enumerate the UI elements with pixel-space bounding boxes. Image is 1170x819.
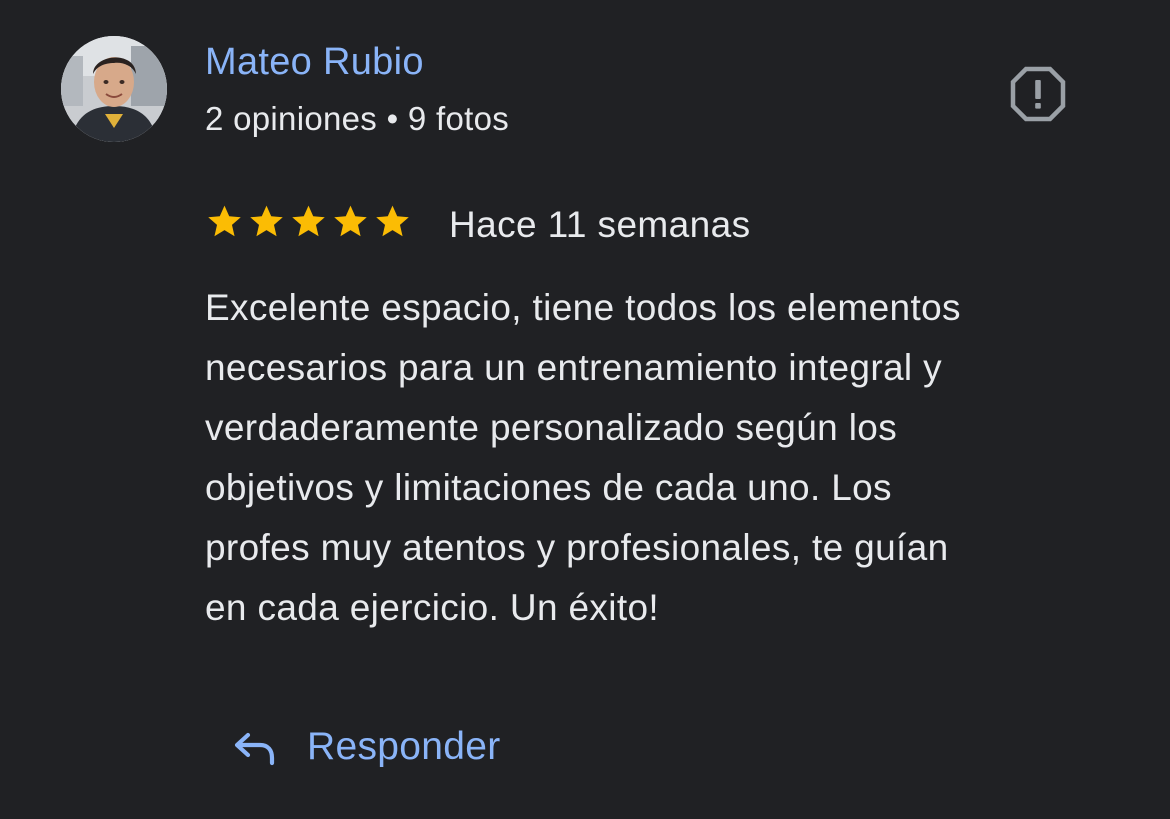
reply-button[interactable]: Responder bbox=[230, 718, 501, 776]
report-flag-icon bbox=[1010, 66, 1066, 122]
star-icon bbox=[376, 205, 409, 237]
reply-label: Responder bbox=[307, 725, 501, 768]
author-stats: 2 opiniones • 9 fotos bbox=[205, 100, 510, 137]
star-icon bbox=[250, 205, 283, 237]
author-avatar[interactable] bbox=[61, 36, 167, 142]
star-icon bbox=[208, 205, 241, 237]
star-rating bbox=[205, 202, 412, 242]
author-name-link[interactable]: Mateo Rubio bbox=[205, 38, 424, 86]
review-text-line: necesarios para un entrenamiento integra… bbox=[205, 347, 942, 388]
review-text-line: Excelente espacio, tiene todos los eleme… bbox=[205, 287, 961, 328]
star-icon bbox=[334, 205, 367, 237]
avatar-photo-icon bbox=[61, 36, 167, 142]
review-text: Excelente espacio, tiene todos los eleme… bbox=[205, 278, 1095, 638]
review-text-line: objetivos y limitaciones de cada uno. Lo… bbox=[205, 467, 892, 508]
report-review-button[interactable] bbox=[1008, 64, 1068, 124]
review-text-line: profes muy atentos y profesionales, te g… bbox=[205, 527, 949, 568]
review-time: Hace 11 semanas bbox=[449, 204, 751, 245]
reply-arrow-icon bbox=[234, 732, 275, 766]
star-icon bbox=[292, 205, 325, 237]
review-text-line: en cada ejercicio. Un éxito! bbox=[205, 587, 660, 628]
review-text-line: verdaderamente personalizado según los bbox=[205, 407, 898, 448]
